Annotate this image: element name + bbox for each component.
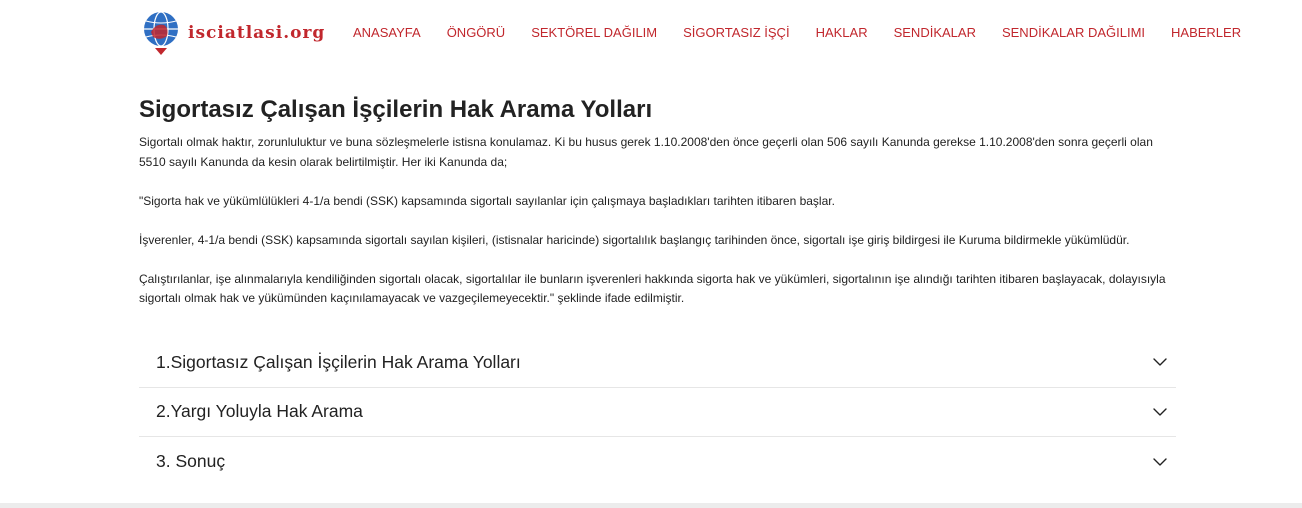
nav-link-sektorel-dagilim[interactable]: SEKTÖREL DAĞILIM [518, 22, 670, 44]
nav-item-ongoru: ÖNGÖRÜ [434, 22, 519, 44]
accordion-title: 2.Yargı Yoluyla Hak Arama [156, 401, 363, 422]
nav-item-haklar: HAKLAR [803, 22, 881, 44]
nav-link-sendikalar-dagilimi[interactable]: SENDİKALAR DAĞILIMI [989, 22, 1158, 44]
nav-link-haklar[interactable]: HAKLAR [803, 22, 881, 44]
globe-logo-icon [144, 11, 178, 55]
nav-item-sendikalar-dagilimi: SENDİKALAR DAĞILIMI [989, 22, 1158, 44]
intro-paragraph: Çalıştırılanlar, işe alınmalarıyla kendi… [139, 271, 1166, 306]
nav-item-anasayfa: ANASAYFA [340, 22, 434, 44]
chevron-down-icon [1153, 458, 1167, 466]
main-content: Sigortasız Çalışan İşçilerin Hak Arama Y… [0, 71, 1302, 503]
nav-link-sigortasiz-isci[interactable]: SİGORTASIZ İŞÇİ [670, 22, 802, 44]
accordion-title: 3. Sonuç [156, 451, 226, 472]
intro-text: Sigortalı olmak haktır, zorunluluktur ve… [139, 133, 1179, 309]
nav-item-sektorel-dagilim: SEKTÖREL DAĞILIM [518, 22, 670, 44]
chevron-down-icon [1153, 408, 1167, 416]
accordion-item-yargi-yoluyla[interactable]: 2.Yargı Yoluyla Hak Arama [139, 388, 1176, 437]
intro-paragraph: İşverenler, 4-1/a bendi (SSK) kapsamında… [139, 232, 1130, 247]
intro-paragraph: "Sigorta hak ve yükümlülükleri 4-1/a ben… [139, 193, 835, 208]
brand-logo-link[interactable]: isciatlasi.org [142, 10, 325, 56]
accordion-item-hak-arama-yollari[interactable]: 1.Sigortasız Çalışan İşçilerin Hak Arama… [139, 338, 1176, 388]
nav-item-haberler: HABERLER [1158, 22, 1254, 44]
intro-paragraph: Sigortalı olmak haktır, zorunluluktur ve… [139, 135, 1153, 169]
brand-name: isciatlasi.org [188, 23, 326, 43]
accordion-title: 1.Sigortasız Çalışan İşçilerin Hak Arama… [156, 351, 521, 372]
page-title: Sigortasız Çalışan İşçilerin Hak Arama Y… [139, 96, 653, 123]
nav-item-sigortasiz-isci: SİGORTASIZ İŞÇİ [670, 22, 802, 44]
nav-item-sendikalar: SENDİKALAR [881, 22, 989, 44]
accordion-item-sonuc[interactable]: 3. Sonuç [139, 437, 1176, 487]
nav-link-haberler[interactable]: HABERLER [1158, 22, 1254, 44]
accordion: 1.Sigortasız Çalışan İşçilerin Hak Arama… [139, 338, 1176, 487]
footer-strip [0, 503, 1302, 508]
navbar: isciatlasi.org ANASAYFA ÖNGÖRÜ SEKTÖREL … [0, 0, 1302, 71]
main-nav: ANASAYFA ÖNGÖRÜ SEKTÖREL DAĞILIM SİGORTA… [340, 22, 1254, 44]
chevron-down-icon [1153, 358, 1167, 366]
nav-link-sendikalar[interactable]: SENDİKALAR [881, 22, 989, 44]
nav-link-ongoru[interactable]: ÖNGÖRÜ [434, 22, 519, 44]
nav-link-anasayfa[interactable]: ANASAYFA [340, 22, 434, 44]
